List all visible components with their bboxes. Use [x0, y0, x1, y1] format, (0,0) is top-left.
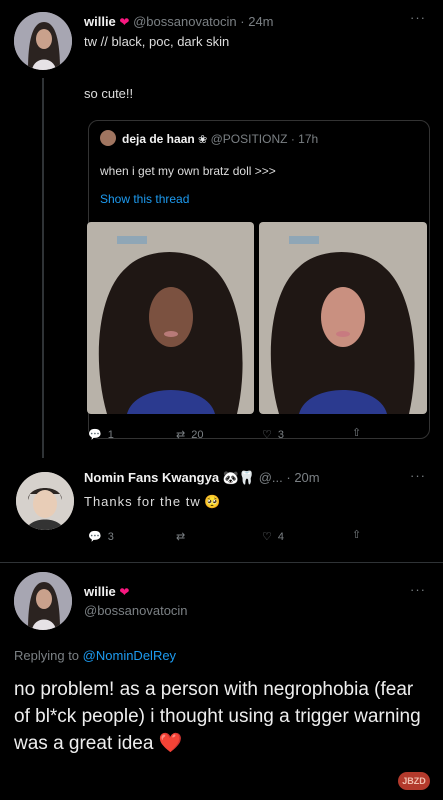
- reply-text-row: Thanks for the tw 🥺: [84, 494, 221, 510]
- reply-time: · 20m: [286, 470, 320, 485]
- watermark-logo: JBZD: [398, 772, 430, 790]
- retweet-action[interactable]: ⇄ 20: [176, 428, 204, 442]
- like-icon: ♡: [262, 429, 272, 441]
- reply-icon: 💬: [88, 429, 102, 441]
- divider: [0, 562, 443, 563]
- quote-header: deja de haan ❀ @POSITIONZ · 17h: [122, 132, 318, 146]
- red-heart-icon: ❤: [119, 585, 130, 599]
- photo-2[interactable]: [259, 222, 427, 414]
- tweet-time[interactable]: · 24m: [240, 14, 273, 29]
- reply-count: 1: [107, 428, 114, 441]
- show-thread-link[interactable]: Show this thread: [100, 192, 189, 206]
- avatar-willie[interactable]: [14, 572, 72, 630]
- reply-header: Nomin Fans Kwangya 🐼🦷 @... · 20m: [84, 470, 320, 486]
- retweet-icon: ⇄: [176, 429, 186, 441]
- panda-icon: 🐼: [222, 470, 239, 485]
- avatar-nomin[interactable]: [16, 472, 74, 530]
- reply-icon: 💬: [88, 531, 102, 543]
- quote-author-handle[interactable]: @POSITIONZ: [211, 132, 288, 146]
- replying-handle-link[interactable]: @NominDelRey: [83, 648, 176, 663]
- replying-to: Replying to @NominDelRey: [14, 648, 176, 663]
- author-handle[interactable]: @bossanovatocin: [84, 603, 188, 618]
- pleading-face-icon: 🥺: [204, 494, 221, 509]
- reply-author-handle[interactable]: @...: [259, 470, 283, 485]
- share-icon[interactable]: ⇧: [352, 426, 361, 439]
- reply-count: 3: [107, 530, 114, 543]
- main-tweet-text: no problem! as a person with negrophobia…: [14, 676, 429, 757]
- retweet-action[interactable]: ⇄: [176, 530, 185, 543]
- thread-line: [42, 78, 44, 458]
- quote-author-name[interactable]: deja de haan: [122, 132, 195, 146]
- reply-author-name[interactable]: Nomin Fans Kwangya: [84, 470, 219, 485]
- quote-text: when i get my own bratz doll >>>: [100, 164, 276, 178]
- avatar-deja[interactable]: [100, 130, 116, 146]
- tooth-icon: 🦷: [238, 470, 256, 485]
- photo-1[interactable]: [87, 222, 254, 414]
- avatar-willie[interactable]: [14, 12, 72, 70]
- more-options-icon[interactable]: ···: [410, 10, 426, 25]
- reply-text: Thanks for the tw: [84, 494, 201, 509]
- retweet-icon: ⇄: [176, 531, 186, 543]
- replying-label: Replying to: [14, 648, 80, 663]
- more-options-icon[interactable]: ···: [410, 582, 426, 597]
- author-name[interactable]: willie: [84, 14, 116, 29]
- author-handle[interactable]: @bossanovatocin: [133, 14, 237, 29]
- like-action[interactable]: ♡ 4: [262, 530, 284, 544]
- reply-action[interactable]: 💬 1: [88, 428, 114, 442]
- like-icon: ♡: [262, 531, 272, 543]
- tweet-header: willie ❤ @bossanovatocin · 24m: [84, 14, 274, 29]
- like-action[interactable]: ♡ 3: [262, 428, 284, 442]
- red-heart-icon: ❤️: [158, 733, 183, 754]
- tweet-text-line2: so cute!!: [84, 86, 134, 101]
- watermark-text: JBZD: [402, 776, 426, 786]
- quote-time: · 17h: [290, 132, 319, 146]
- more-options-icon[interactable]: ···: [410, 468, 426, 483]
- author-block: willie ❤ @bossanovatocin: [84, 584, 188, 618]
- flower-icon: ❀: [198, 134, 208, 146]
- main-tweet-body: no problem! as a person with negrophobia…: [14, 679, 421, 754]
- tweet-text-line1: tw // black, poc, dark skin: [84, 34, 230, 49]
- like-count: 3: [277, 428, 284, 441]
- retweet-count: 20: [191, 428, 204, 441]
- author-name[interactable]: willie: [84, 584, 116, 599]
- share-icon[interactable]: ⇧: [352, 528, 361, 541]
- red-heart-icon: ❤: [119, 15, 130, 29]
- like-count: 4: [277, 530, 284, 543]
- reply-action[interactable]: 💬 3: [88, 530, 114, 544]
